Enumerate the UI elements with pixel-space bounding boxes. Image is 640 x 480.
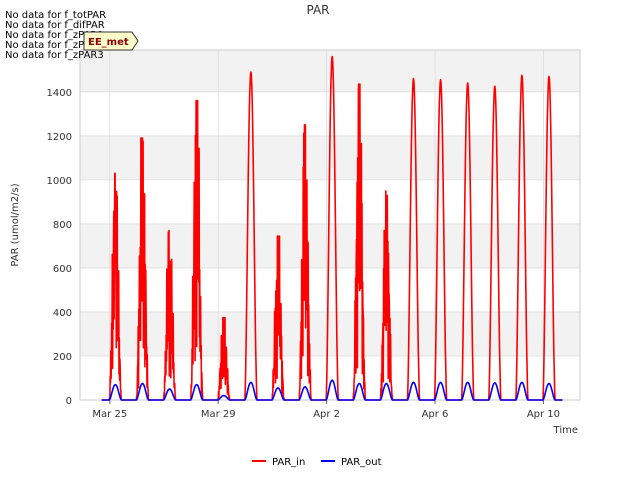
y-tick-labels: 0 200 400 600 800 1000 1200 1400 [47,88,72,407]
y-tick-label: 600 [53,264,72,275]
y-tick-label: 0 [66,396,72,407]
chart-title: PAR [306,3,329,17]
par-chart: 0 200 400 600 800 1000 1200 1400 Mar 25 Mar 29 Ap… [5,3,581,468]
badge-label: EE_met [88,37,129,48]
grid-band [80,50,580,92]
site-badge: EE_met [83,31,139,51]
grid-band [80,311,580,356]
x-tick-label: Apr 10 [527,409,560,420]
y-tick-label: 200 [53,352,72,363]
legend-label-par-out: PAR_out [341,457,382,468]
x-axis-label: Time [553,425,578,436]
legend: PAR_in PAR_out [252,457,382,468]
y-tick-label: 400 [53,308,72,319]
y-tick-label: 800 [53,220,72,231]
x-tick-label: Mar 25 [92,409,127,420]
y-axis-label: PAR (umol/m2/s) [10,183,21,266]
no-data-note: No data for f_zPAR3 [5,50,104,61]
legend-label-par-in: PAR_in [272,457,305,468]
series-line-par-out [101,379,563,401]
y-tick-label: 1200 [47,132,72,143]
y-tick-label: 1000 [47,176,72,187]
x-tick-label: Apr 6 [422,409,449,420]
x-tick-label: Apr 2 [313,409,340,420]
y-tick-label: 1400 [47,88,72,99]
x-tick-labels: Mar 25 Mar 29 Apr 2 Apr 6 Apr 10 [92,409,560,420]
x-tick-label: Mar 29 [201,409,236,420]
grid-band [80,223,580,268]
